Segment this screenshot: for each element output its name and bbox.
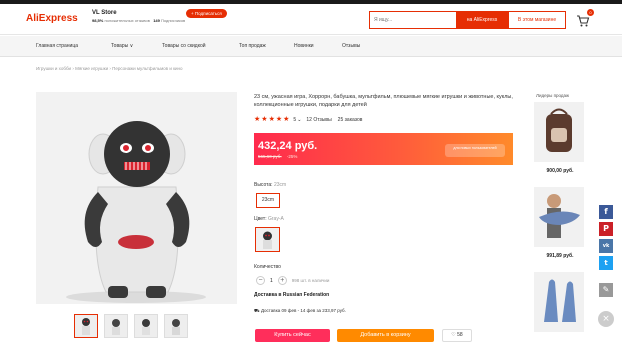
search-aliexpress-button[interactable]: на AliExpress: [456, 12, 508, 28]
store-followers-text: Подписчиков: [161, 18, 186, 23]
quantity-value[interactable]: 1: [270, 278, 273, 284]
breadcrumb-item[interactable]: Мягкие игрушки: [75, 66, 108, 71]
nav-new[interactable]: Новинки: [294, 43, 314, 49]
thumbnail-image: [82, 318, 90, 335]
cart-count-badge: 0: [587, 9, 594, 16]
breadcrumb: Игрушки и хобби › Мягкие игрушки › Персо…: [36, 66, 183, 71]
star-icon: ★: [283, 116, 290, 123]
product-title: 23 см, ужасная игра, Хоррорн, бабушка, м…: [254, 94, 513, 108]
color-selected-value: Gray-A: [267, 216, 284, 222]
truck-icon: ⛟: [254, 308, 260, 313]
breadcrumb-item[interactable]: Игрушки и хобби: [36, 66, 71, 71]
vk-share-icon[interactable]: vk: [599, 239, 613, 253]
quantity-stepper: − 1 + 998 шт. в наличии: [256, 276, 329, 285]
breadcrumb-item[interactable]: Персонажи мультфильмов и кино: [112, 66, 182, 71]
recommendation-image: [534, 272, 584, 332]
reviews-link[interactable]: 12 Отзывы: [306, 117, 331, 123]
store-rating: 98,5%: [92, 18, 104, 23]
discount-badge: -25%: [286, 154, 298, 159]
store-followers: 149: [153, 18, 160, 23]
recommendation-image: [534, 102, 584, 162]
orders-count: 25 заказов: [337, 116, 363, 123]
twitter-share-icon[interactable]: t: [599, 256, 613, 270]
delivery-title: Доставка в Russian Federation: [254, 292, 330, 298]
recommendation-price: 991,89 руб.: [546, 253, 574, 259]
current-price: 432,24 руб.: [258, 140, 318, 152]
thumbnail[interactable]: [104, 314, 128, 338]
recommendation-item[interactable]: 900,00 руб.: [534, 102, 586, 174]
star-icon: ★: [254, 116, 261, 123]
nav-products[interactable]: Товары ∨: [111, 43, 133, 49]
old-price-row: 565,60 руб. -25%: [258, 154, 297, 159]
thumbnail-strip: [74, 314, 188, 338]
color-option-image: [263, 231, 272, 249]
recommendation-item[interactable]: 991,89 руб.: [534, 187, 586, 259]
store-header: AliExpress VL Store 98,5% положительных …: [0, 4, 622, 35]
quantity-label: Количество: [254, 264, 281, 270]
decrease-button[interactable]: −: [256, 276, 265, 285]
aliexpress-logo[interactable]: AliExpress: [26, 13, 78, 24]
size-option-23cm[interactable]: 23cm: [256, 193, 280, 208]
heart-icon: ♡: [451, 332, 456, 338]
increase-button[interactable]: +: [277, 276, 287, 285]
nav-discounts[interactable]: Товары со скидкой: [162, 43, 206, 49]
old-price: 565,60 руб.: [258, 154, 282, 159]
thumbnail[interactable]: [74, 314, 98, 338]
quantity-available: 998 шт. в наличии: [291, 278, 330, 283]
buy-now-button[interactable]: Купить сейчас: [255, 329, 330, 342]
thumbnail-image: [112, 319, 120, 335]
recommendation-image: [534, 187, 584, 247]
nav-reviews[interactable]: Отзывы: [342, 43, 360, 49]
star-icon: ★: [261, 116, 268, 123]
thumbnail-image: [172, 319, 180, 335]
store-nav: Главная страница Товары ∨ Товары со скид…: [0, 36, 622, 57]
delivery-info[interactable]: Доставка 09 фев - 14 фев за 233,97 руб.: [261, 308, 346, 313]
new-user-promo[interactable]: для новых пользователей: [445, 144, 505, 157]
store-rating-text: положительных отзывов: [104, 18, 150, 23]
rating-score: 5: [293, 116, 297, 123]
thumbnail-image: [142, 319, 150, 335]
search-bar: на AliExpress В этом магазине: [369, 11, 566, 29]
delivery-info-row: ⛟ Доставка 09 фев - 14 фев за 233,97 руб…: [254, 308, 346, 315]
chevron-down-icon[interactable]: ⌄: [297, 117, 301, 123]
store-name[interactable]: VL Store: [92, 10, 185, 16]
close-icon[interactable]: ×: [598, 311, 614, 327]
facebook-share-icon[interactable]: f: [599, 205, 613, 219]
height-label-text: Высота:: [254, 182, 273, 188]
wishlist-button[interactable]: ♡ 58: [442, 329, 472, 342]
price-banner: 432,24 руб. 565,60 руб. -25% для новых п…: [254, 133, 513, 165]
shark-costume-image: [534, 272, 584, 332]
add-to-cart-button[interactable]: Добавить в корзину: [337, 329, 434, 342]
search-store-button[interactable]: В этом магазине: [508, 12, 565, 28]
height-selected-value: 23cm: [273, 182, 287, 188]
main-product-image[interactable]: [36, 92, 237, 304]
subscribe-button[interactable]: + Подписаться: [186, 9, 227, 18]
rating-row: ★ ★ ★ ★ ★ 5 ⌄ 12 Отзывы 25 заказов: [254, 116, 362, 123]
color-option-gray-a[interactable]: [255, 227, 280, 252]
search-input[interactable]: [370, 12, 456, 28]
color-label-text: Цвет:: [254, 216, 267, 222]
nav-home[interactable]: Главная страница: [36, 43, 78, 49]
nav-top-sales[interactable]: Топ продаж: [239, 43, 266, 49]
height-label: Высота: 23cm: [254, 182, 286, 188]
pinterest-share-icon[interactable]: P: [599, 222, 613, 236]
color-label: Цвет: Gray-A: [254, 216, 284, 222]
recommendation-item[interactable]: [534, 272, 586, 332]
edit-icon[interactable]: ✎: [599, 283, 613, 297]
recommendations-title: Лидеры продаж: [536, 93, 570, 98]
wishlist-count: 58: [457, 332, 463, 338]
cart-icon[interactable]: [576, 14, 590, 28]
recommendation-price: 900,00 руб.: [546, 168, 574, 174]
plush-toy-illustration: [36, 92, 237, 304]
store-meta: 98,5% положительных отзывов 149 Подписчи…: [92, 18, 185, 23]
shark-plush-image: [534, 187, 584, 247]
star-icon: ★: [268, 116, 275, 123]
thumbnail[interactable]: [164, 314, 188, 338]
store-info: VL Store 98,5% положительных отзывов 149…: [92, 10, 185, 23]
backpack-image: [534, 102, 584, 162]
thumbnail[interactable]: [134, 314, 158, 338]
star-icon: ★: [275, 116, 283, 123]
